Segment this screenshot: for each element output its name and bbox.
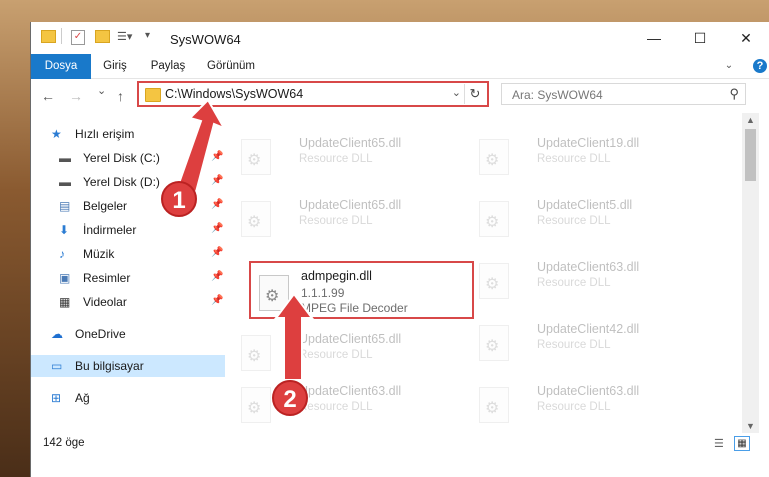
callout-badge-1: 1 bbox=[161, 181, 197, 217]
callout-arrows bbox=[176, 98, 314, 381]
arrow-2 bbox=[274, 292, 314, 381]
callout-badge-2: 2 bbox=[272, 380, 308, 416]
arrow-1 bbox=[176, 98, 227, 194]
